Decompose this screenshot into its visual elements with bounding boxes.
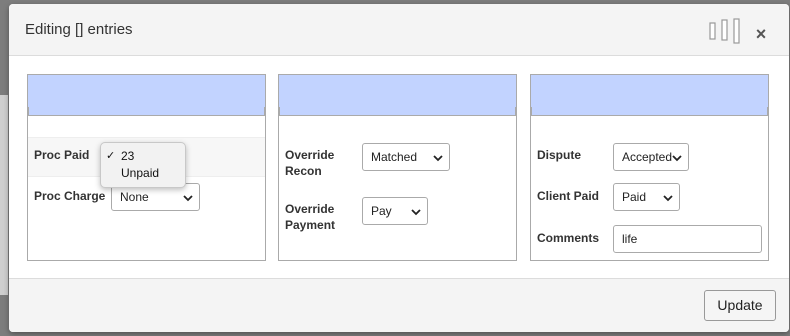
- proc-charge-value: None: [120, 190, 149, 204]
- comments-input[interactable]: life: [613, 225, 762, 253]
- proc-paid-dropdown[interactable]: ✓ 23 Unpaid: [100, 142, 186, 188]
- override-recon-value: Matched: [371, 150, 418, 164]
- proc-paid-option-unpaid[interactable]: Unpaid: [121, 165, 159, 181]
- dispute-label: Dispute: [537, 148, 582, 162]
- edit-entries-dialog: Editing [] entries × Proc Paid Proc Char…: [9, 4, 789, 332]
- proc-charge-label: Proc Charge: [34, 189, 106, 203]
- dialog-body: Proc Paid Proc Charge None Override Reco…: [9, 56, 789, 278]
- override-recon-select[interactable]: Matched: [362, 143, 450, 171]
- chevron-down-icon: [411, 209, 421, 216]
- chevron-down-icon: [183, 195, 193, 202]
- panel-override: Override Recon Matched Override Payment …: [278, 74, 517, 261]
- checkmark-icon: ✓: [106, 150, 116, 162]
- override-payment-value: Pay: [371, 204, 392, 218]
- override-payment-select[interactable]: Pay: [362, 197, 428, 225]
- chevron-down-icon: [672, 155, 682, 162]
- chevron-down-icon: [433, 155, 443, 162]
- dialog-title: Editing [] entries: [25, 21, 133, 38]
- update-button[interactable]: Update: [704, 290, 776, 321]
- close-icon[interactable]: ×: [754, 25, 768, 43]
- panel-dispute: Dispute Accepted Client Paid Paid Commen…: [530, 74, 769, 261]
- override-recon-label: Override Recon: [285, 148, 335, 178]
- panel-override-header: [279, 75, 516, 116]
- dialog-footer: Update: [9, 278, 789, 332]
- client-paid-value: Paid: [622, 190, 647, 204]
- proc-paid-label: Proc Paid: [34, 148, 90, 162]
- columns-icon[interactable]: [709, 18, 741, 44]
- dispute-select[interactable]: Accepted: [613, 143, 689, 171]
- dialog-header: Editing [] entries ×: [9, 4, 789, 56]
- override-payment-label: Override Payment: [285, 202, 336, 232]
- background-page-edge: [0, 95, 8, 295]
- proc-paid-option-23[interactable]: 23: [121, 148, 134, 164]
- client-paid-label: Client Paid: [537, 189, 600, 203]
- panel-dispute-header: [531, 75, 768, 116]
- client-paid-select[interactable]: Paid: [613, 183, 680, 211]
- dispute-value: Accepted: [622, 150, 673, 164]
- panel-proc-header: [28, 75, 265, 116]
- comments-label: Comments: [537, 231, 600, 245]
- chevron-down-icon: [663, 195, 673, 202]
